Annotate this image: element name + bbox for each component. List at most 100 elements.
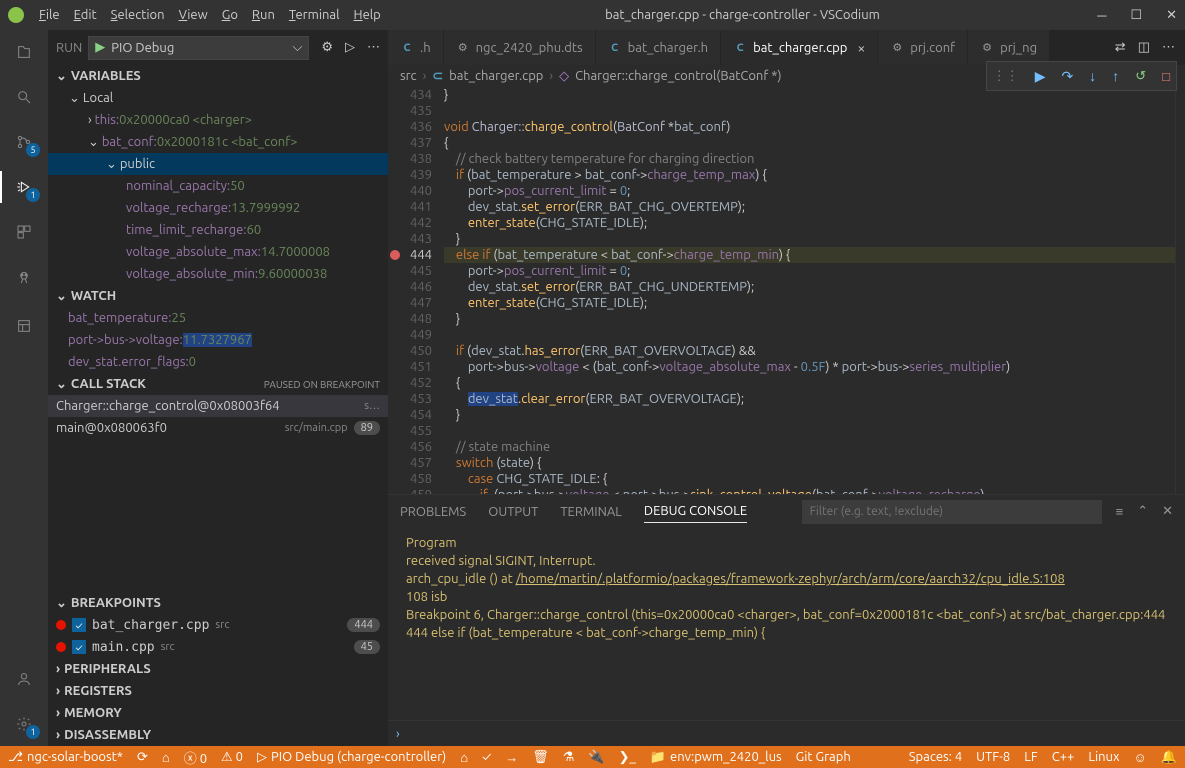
- var-this[interactable]: › this: 0x20000ca0 <charger>: [48, 109, 388, 131]
- menu-go[interactable]: Go: [215, 4, 245, 26]
- panel-close-icon[interactable]: ✕: [1162, 504, 1173, 519]
- minimize-icon[interactable]: ─: [1097, 8, 1106, 23]
- watch-item[interactable]: dev_stat.error_flags: 0: [48, 351, 388, 373]
- tab--h[interactable]: C.h: [388, 30, 444, 65]
- sb-serial-icon[interactable]: 🔌: [588, 750, 604, 765]
- var-voltage-recharge[interactable]: voltage_recharge: 13.7999992: [48, 197, 388, 219]
- scope-local[interactable]: ⌄ Local: [48, 87, 388, 109]
- more-icon[interactable]: ⋯: [367, 40, 380, 55]
- callstack-frame[interactable]: Charger::charge_control@0x08003f64s…: [48, 395, 388, 417]
- feedback-icon[interactable]: ☺: [1134, 750, 1147, 765]
- sb-check-icon[interactable]: ✓: [482, 750, 491, 764]
- var-voltage-absolute-max[interactable]: voltage_absolute_max: 14.7000008: [48, 241, 388, 263]
- panel-settings-icon[interactable]: ≡: [1116, 504, 1124, 519]
- memory-header[interactable]: ›MEMORY: [48, 702, 388, 724]
- console-filter-input[interactable]: [802, 500, 1102, 524]
- errors-icon[interactable]: ⓧ 0: [184, 748, 207, 767]
- debug-repl[interactable]: ›: [388, 720, 1185, 746]
- panel-maximize-icon[interactable]: ⌃: [1137, 504, 1148, 519]
- var-time-limit-recharge[interactable]: time_limit_recharge: 60: [48, 219, 388, 241]
- menu-help[interactable]: Help: [347, 4, 388, 26]
- panel-tab-problems[interactable]: PROBLEMS: [400, 501, 466, 523]
- tab-bat-charger-h[interactable]: Cbat_charger.h: [596, 30, 721, 65]
- breakpoints-header[interactable]: ⌄BREAKPOINTS: [48, 592, 388, 614]
- sb-terminal-icon[interactable]: ❯_: [619, 750, 636, 765]
- watch-header[interactable]: ⌄WATCH: [48, 285, 388, 307]
- lang-item[interactable]: C++: [1052, 750, 1075, 764]
- tab-bat-charger-cpp[interactable]: Cbat_charger.cpp×: [721, 30, 878, 65]
- debug-status[interactable]: ▷ PIO Debug (charge-controller): [257, 750, 446, 765]
- panel-tab-debug-console[interactable]: DEBUG CONSOLE: [644, 500, 747, 523]
- maximize-icon[interactable]: ☐: [1130, 8, 1142, 23]
- step-into-button[interactable]: ↓: [1089, 68, 1096, 84]
- menu-terminal[interactable]: Terminal: [282, 4, 347, 26]
- env-item[interactable]: 📁 env:pwm_2420_lus: [650, 750, 782, 765]
- warnings-icon[interactable]: ⚠ 0: [221, 750, 243, 765]
- os-item[interactable]: Linux: [1088, 750, 1119, 764]
- eol-item[interactable]: LF: [1024, 750, 1037, 764]
- debug-console-icon[interactable]: ▷: [345, 40, 355, 55]
- debug-icon[interactable]: 1: [12, 175, 36, 199]
- sb-arrow-icon[interactable]: →: [505, 750, 518, 765]
- split-icon[interactable]: ◫: [1138, 40, 1150, 55]
- checkbox-icon[interactable]: ✓: [72, 640, 86, 654]
- debug-repl-input[interactable]: [406, 726, 1177, 741]
- step-over-button[interactable]: ↷: [1062, 68, 1074, 85]
- platformio-icon[interactable]: [12, 265, 36, 289]
- var-bat-conf[interactable]: ⌄ bat_conf: 0x2000181c <bat_conf>: [48, 131, 388, 153]
- watch-item[interactable]: port->bus->voltage: 11.7327967: [48, 329, 388, 351]
- continue-button[interactable]: ▶: [1035, 68, 1046, 85]
- stop-button[interactable]: □: [1162, 69, 1170, 84]
- callstack-header[interactable]: ⌄CALL STACKPAUSED ON BREAKPOINT: [48, 373, 388, 395]
- callstack-frame[interactable]: main@0x080063f0src/main.cpp89: [48, 417, 388, 439]
- peripherals-header[interactable]: ›PERIPHERALS: [48, 658, 388, 680]
- extensions-icon[interactable]: [12, 220, 36, 244]
- breadcrumb[interactable]: src› ⊂bat_charger.cpp› ◇Charger::charge_…: [388, 65, 1185, 87]
- compare-icon[interactable]: ⇄: [1115, 40, 1126, 55]
- watch-item[interactable]: bat_temperature: 25: [48, 307, 388, 329]
- spaces-item[interactable]: Spaces: 4: [909, 750, 962, 764]
- tab-prj-ng[interactable]: ⚙prj_ng: [968, 30, 1050, 65]
- close-icon[interactable]: ✕: [1166, 8, 1177, 23]
- var-voltage-absolute-min[interactable]: voltage_absolute_min: 9.60000038: [48, 263, 388, 285]
- project-icon[interactable]: [12, 314, 36, 338]
- restart-button[interactable]: ↺: [1135, 69, 1146, 84]
- menu-selection[interactable]: Selection: [104, 4, 172, 26]
- bell-icon[interactable]: 🔔: [1161, 750, 1177, 765]
- tab-ngc-2420-phu-dts[interactable]: ⚙ngc_2420_phu.dts: [444, 30, 596, 65]
- menu-run[interactable]: Run: [245, 4, 282, 26]
- menu-file[interactable]: File: [32, 4, 67, 26]
- code-editor[interactable]: 4344354364374384394404414424434444454464…: [388, 87, 1185, 494]
- checkbox-icon[interactable]: ✓: [72, 618, 86, 632]
- minimap[interactable]: [1175, 87, 1185, 494]
- var-public[interactable]: ⌄ public: [48, 153, 388, 175]
- sync-icon[interactable]: ⟳: [137, 750, 148, 765]
- debug-toolbar[interactable]: ⋮⋮ ▶ ↷ ↓ ↑ ↺ □: [986, 61, 1177, 91]
- menu-edit[interactable]: Edit: [67, 4, 104, 26]
- menu-view[interactable]: View: [172, 4, 215, 26]
- panel-tab-terminal[interactable]: TERMINAL: [560, 501, 622, 523]
- registers-header[interactable]: ›REGISTERS: [48, 680, 388, 702]
- gitgraph-item[interactable]: Git Graph: [796, 750, 851, 764]
- account-icon[interactable]: [12, 667, 36, 691]
- breakpoint-item[interactable]: ✓main.cpp src45: [48, 636, 388, 658]
- step-out-button[interactable]: ↑: [1112, 68, 1119, 84]
- disassembly-header[interactable]: ›DISASSEMBLY: [48, 724, 388, 746]
- sb-test-icon[interactable]: ⚗: [563, 750, 575, 765]
- search-icon[interactable]: [12, 85, 36, 109]
- breakpoint-item[interactable]: ✓bat_charger.cpp src444: [48, 614, 388, 636]
- sb-home-icon[interactable]: ⌂: [460, 750, 468, 765]
- debug-console-output[interactable]: Program received signal SIGINT, Interrup…: [388, 528, 1185, 720]
- settings-icon[interactable]: 1: [12, 712, 36, 736]
- scm-icon[interactable]: 5: [12, 130, 36, 154]
- tab-prj-conf[interactable]: ⚙prj.conf: [878, 30, 968, 65]
- explorer-icon[interactable]: [12, 40, 36, 64]
- run-config-select[interactable]: ▶ PIO Debug ⌵: [88, 36, 309, 60]
- more-icon[interactable]: ⋯: [1162, 40, 1175, 55]
- panel-tab-output[interactable]: OUTPUT: [488, 501, 538, 523]
- variables-header[interactable]: ⌄VARIABLES: [48, 65, 388, 87]
- branch-item[interactable]: ⎇ ngc-solar-boost*: [8, 750, 123, 765]
- drag-handle-icon[interactable]: ⋮⋮: [993, 69, 1019, 84]
- tab-close-icon[interactable]: ×: [857, 40, 865, 56]
- sb-trash-icon[interactable]: 🗑: [532, 750, 549, 765]
